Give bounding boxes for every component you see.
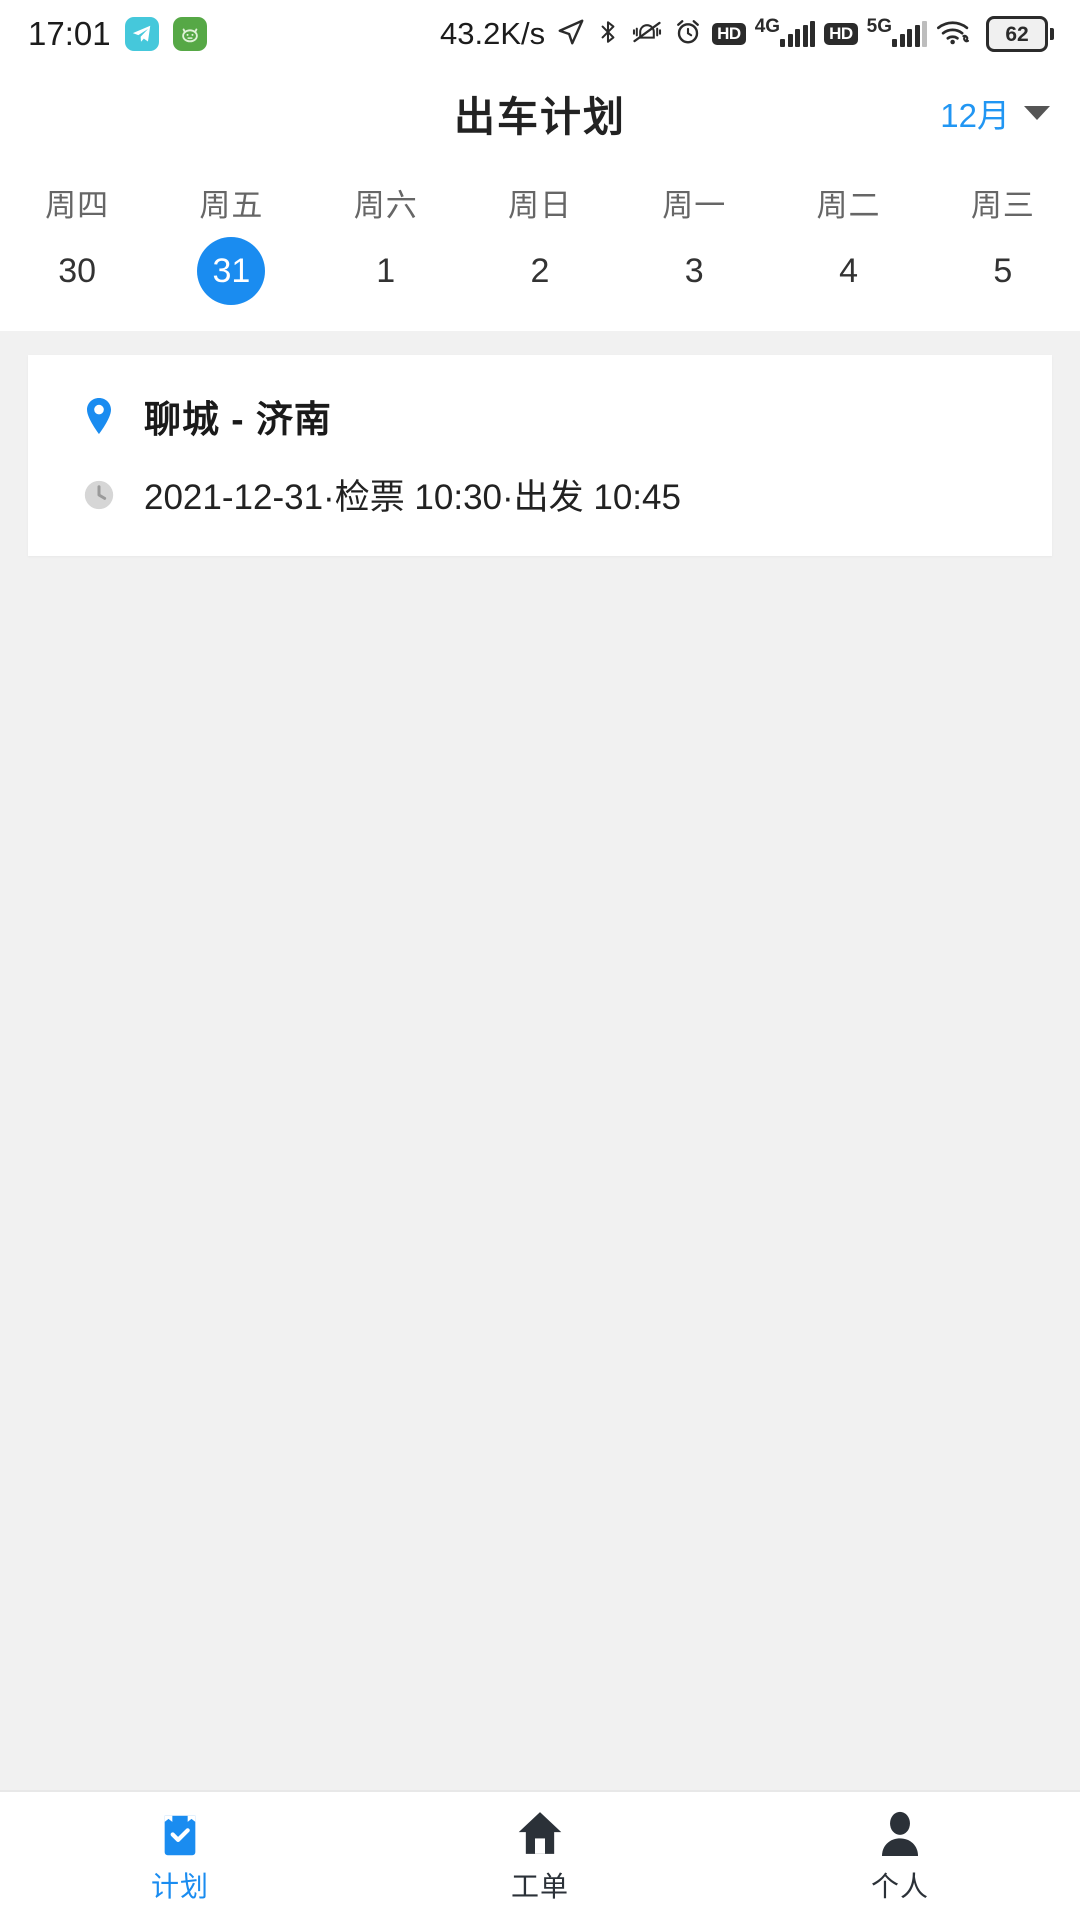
day-column-3[interactable]: 周日 2: [463, 180, 617, 305]
status-bar-left: 17:01: [28, 15, 207, 53]
day-column-0[interactable]: 周四 30: [0, 180, 154, 305]
battery-body: 62: [986, 16, 1048, 52]
clock-icon: [82, 477, 116, 513]
telegram-app-icon: [124, 17, 159, 51]
chevron-down-icon: [1024, 106, 1050, 120]
location-arrow-icon: [556, 17, 586, 52]
day-weekday-label: 周二: [816, 188, 881, 223]
nav-tab-workorder-label: 工单: [510, 1871, 569, 1902]
day-date-label: 5: [993, 252, 1013, 290]
app-header: 出车计划 12月: [0, 68, 1080, 158]
day-weekday-label: 周四: [45, 188, 110, 223]
nav-tab-workorder[interactable]: 工单: [360, 1807, 720, 1905]
battery-cap: [1050, 28, 1054, 40]
day-date-label: 1: [376, 252, 396, 290]
signal-bars-2: [892, 21, 927, 47]
day-column-6[interactable]: 周三 5: [926, 180, 1080, 305]
month-label: 12月: [940, 97, 1010, 134]
status-bar-right: 43.2K/s HD 4G HD 5G 62: [440, 16, 1054, 52]
day-column-5[interactable]: 周二 4: [771, 180, 925, 305]
trip-time-row: 2021-12-31·检票 10:30·出发 10:45: [28, 469, 1052, 520]
day-column-4[interactable]: 周一 3: [617, 180, 771, 305]
day-date-label: 2: [530, 252, 550, 290]
day-weekday-label: 周五: [199, 188, 264, 223]
nav-tab-plan-label: 计划: [150, 1871, 209, 1902]
status-bar-clock: 17:01: [28, 15, 111, 52]
hd-badge-icon-2: HD: [824, 23, 858, 45]
person-icon: [877, 1807, 923, 1859]
trip-route-label: 聊城 - 济南: [144, 399, 332, 440]
trip-detail-label: 2021-12-31·检票 10:30·出发 10:45: [144, 478, 681, 517]
hd-badge-icon: HD: [712, 23, 746, 45]
sim1-network-label: 4G: [754, 16, 781, 37]
cat-app-icon: [172, 17, 207, 51]
battery-percent-label: 62: [1005, 22, 1029, 46]
day-date-label: 4: [839, 252, 858, 290]
clipboard-check-icon: [157, 1807, 203, 1859]
trip-card[interactable]: 聊城 - 济南 2021-12-31·检票 10:30·出发 10:45: [28, 355, 1052, 556]
nav-tab-profile[interactable]: 个人: [720, 1807, 1080, 1905]
status-bar: 17:01 43.2K/s HD 4G HD 5G 62: [0, 0, 1080, 68]
signal-5g-icon: 5G: [867, 17, 927, 47]
trip-route-row: 聊城 - 济南: [28, 389, 1052, 443]
day-column-2[interactable]: 周六 1: [309, 180, 463, 305]
month-selector[interactable]: 12月: [940, 89, 1050, 137]
nav-tab-plan[interactable]: 计划: [0, 1807, 360, 1905]
nav-tab-profile-label: 个人: [870, 1871, 929, 1902]
bottom-navigation-bar: 计划 工单 个人: [0, 1790, 1080, 1920]
day-date-label: 30: [58, 252, 97, 290]
day-weekday-label: 周六: [353, 188, 418, 223]
vibrate-off-icon: [630, 18, 664, 51]
wifi-icon: [936, 17, 974, 52]
network-speed-label: 43.2K/s: [440, 16, 546, 51]
signal-4g-icon: 4G: [755, 17, 816, 47]
signal-bars-1: [780, 21, 816, 47]
battery-icon: 62: [986, 16, 1054, 52]
trip-list: 聊城 - 济南 2021-12-31·检票 10:30·出发 10:45: [0, 331, 1080, 1735]
location-pin-icon: [82, 396, 116, 436]
day-date-label: 3: [684, 252, 704, 290]
day-column-1[interactable]: 周五 31: [154, 180, 308, 305]
page-title: 出车计划: [454, 94, 626, 140]
header-section: 出车计划 12月 周四 30 周五 31 周六 1 周日 2 周一 3 周二 4: [0, 68, 1080, 331]
week-strip[interactable]: 周四 30 周五 31 周六 1 周日 2 周一 3 周二 4 周三 5: [0, 158, 1080, 331]
day-date-label: 31: [197, 237, 266, 305]
day-weekday-label: 周一: [662, 188, 727, 223]
home-icon: [515, 1807, 565, 1859]
bluetooth-icon: [595, 17, 621, 52]
day-weekday-label: 周三: [970, 188, 1035, 223]
sim2-network-label: 5G: [866, 16, 892, 37]
day-weekday-label: 周日: [507, 188, 572, 223]
alarm-clock-icon: [673, 17, 703, 52]
